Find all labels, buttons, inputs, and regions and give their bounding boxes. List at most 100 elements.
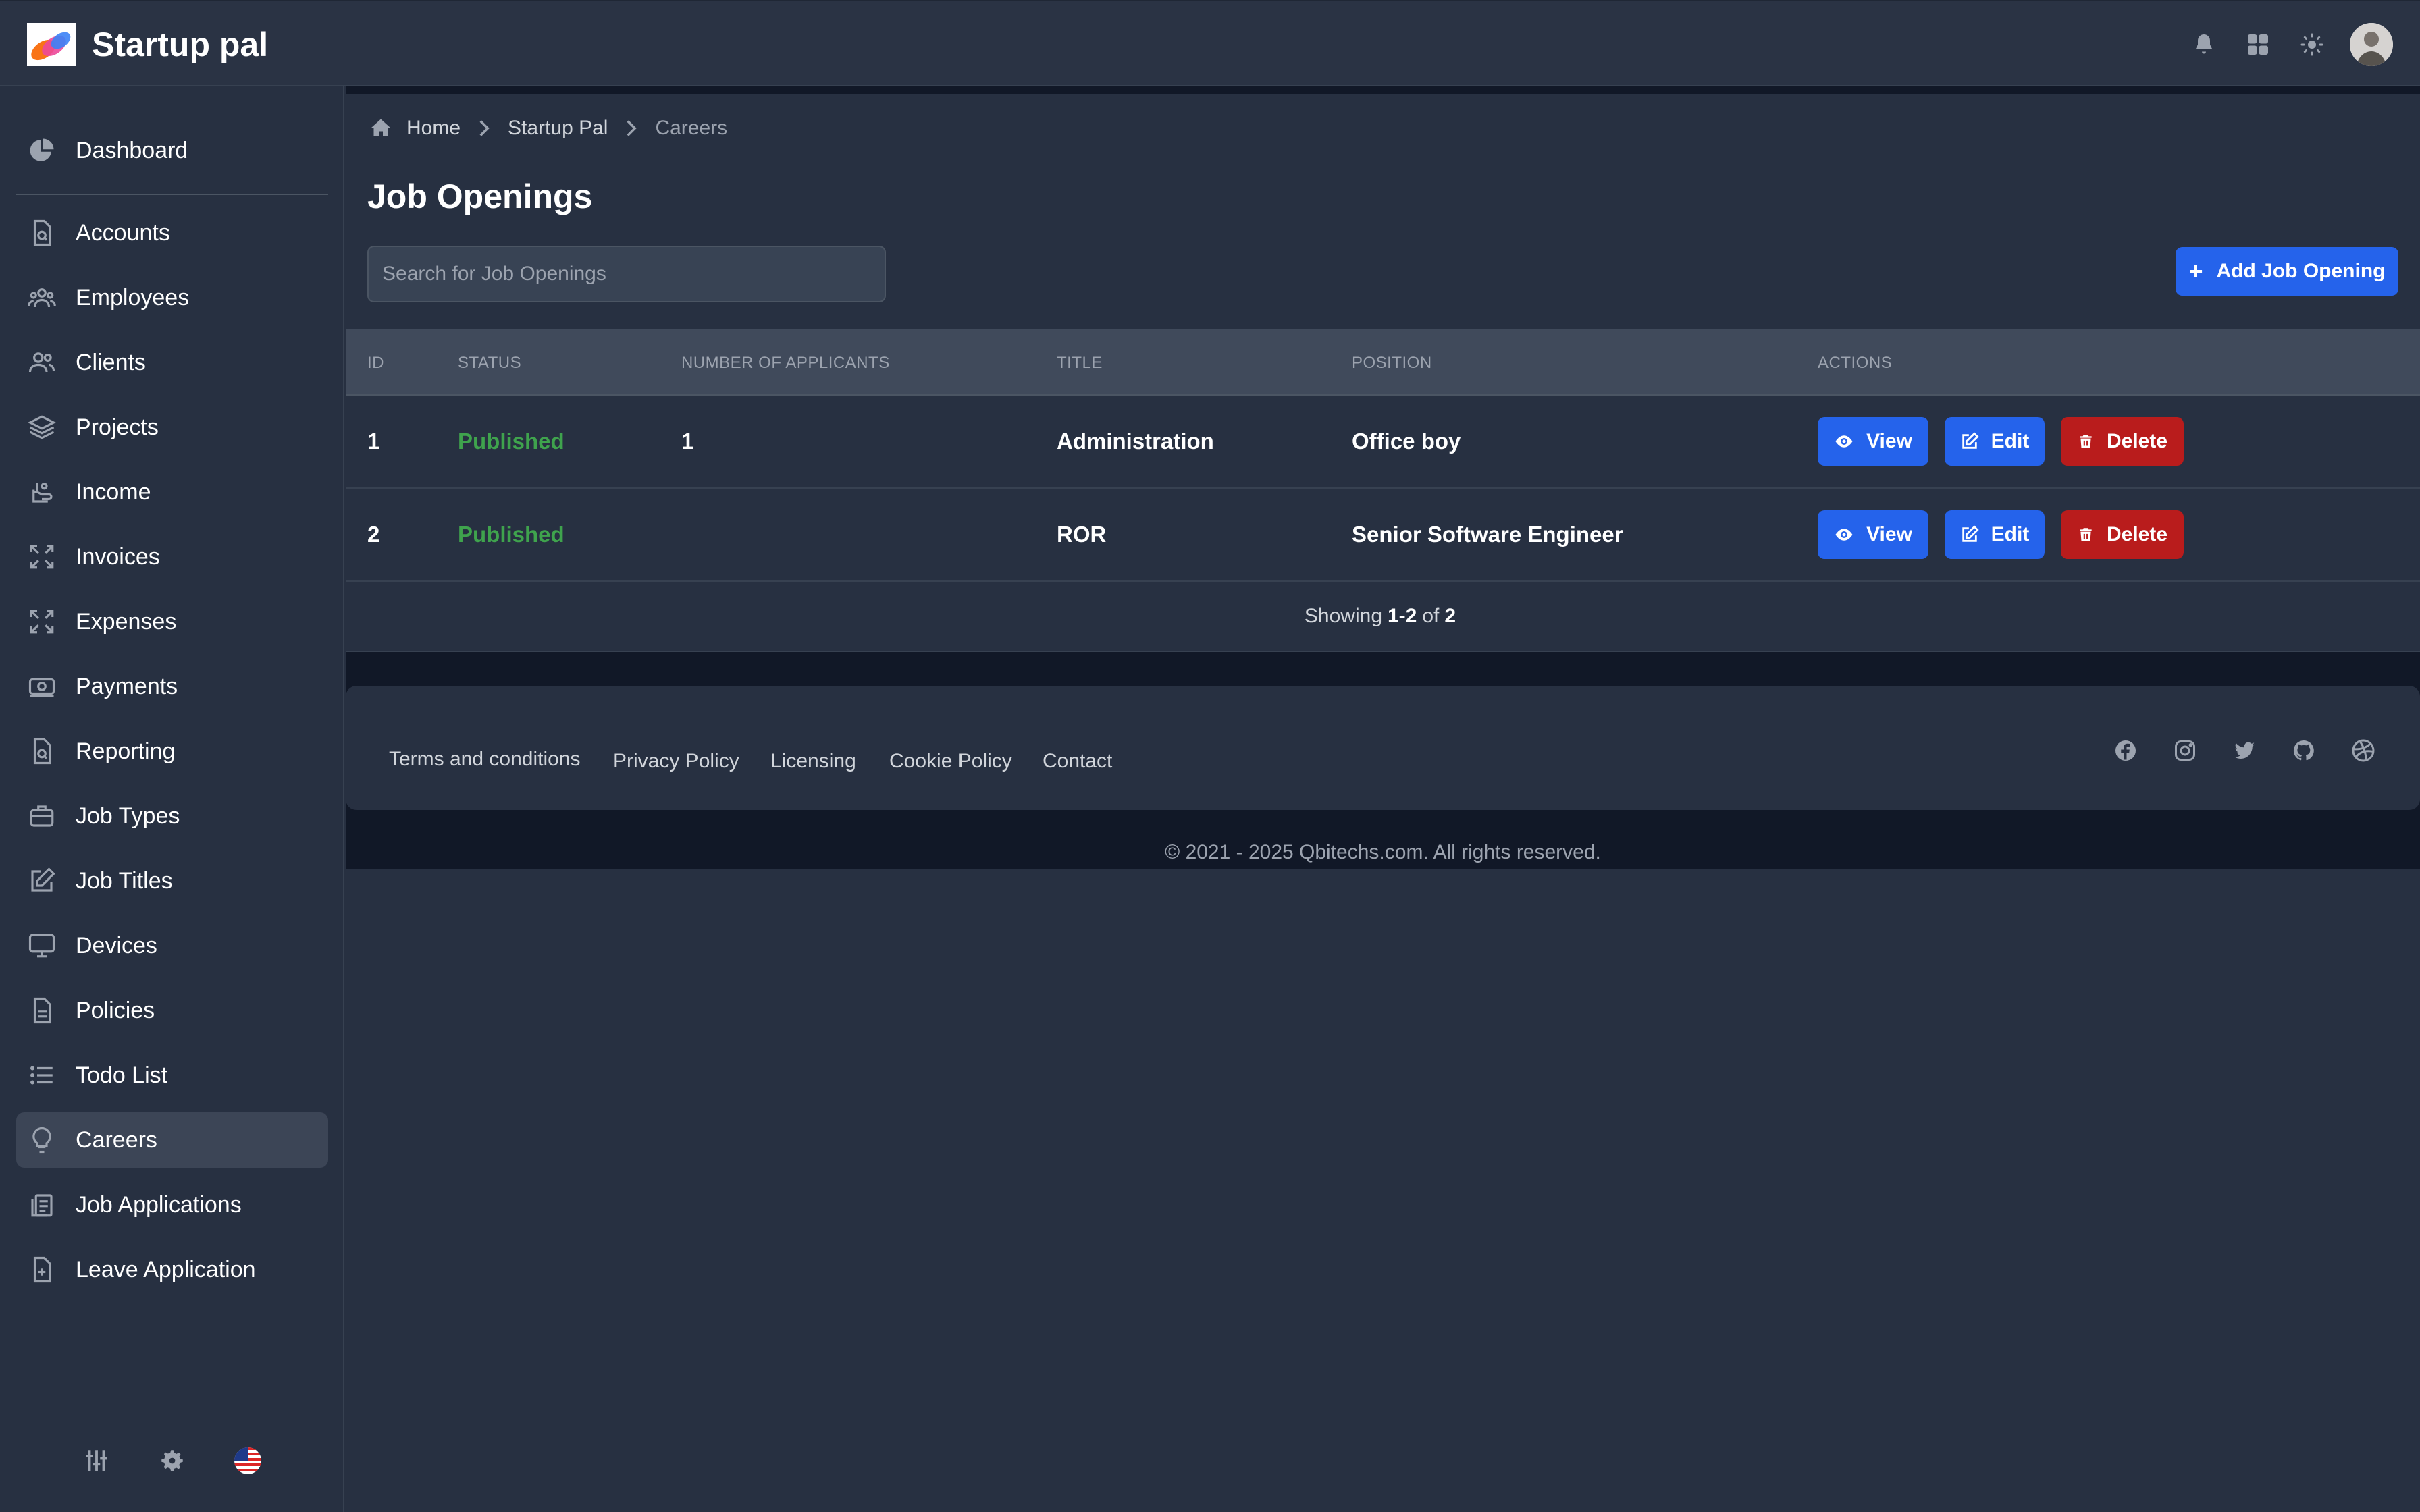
sidebar-item-clients[interactable]: Clients bbox=[16, 335, 328, 390]
instagram-icon[interactable] bbox=[2169, 734, 2201, 767]
view-button[interactable]: View bbox=[1818, 510, 1928, 559]
edit-label: Edit bbox=[1991, 430, 2030, 452]
cash-icon bbox=[26, 670, 58, 703]
gear-icon[interactable] bbox=[155, 1443, 190, 1478]
breadcrumb-home[interactable]: Home bbox=[406, 117, 461, 140]
sidebar-item-careers[interactable]: Careers bbox=[16, 1112, 328, 1168]
sidebar-item-label: Reporting bbox=[76, 738, 176, 764]
sidebar-item-expenses[interactable]: Expenses bbox=[16, 594, 328, 649]
users-group-icon bbox=[26, 281, 58, 314]
plus-icon: + bbox=[2188, 257, 2203, 285]
cell-id: 2 bbox=[367, 522, 380, 547]
footer-link-privacy[interactable]: Privacy Policy bbox=[613, 750, 739, 773]
eye-icon bbox=[1835, 435, 1853, 448]
delete-label: Delete bbox=[2106, 523, 2168, 545]
sidebar-item-employees[interactable]: Employees bbox=[16, 270, 328, 325]
sidebar-item-job-titles[interactable]: Job Titles bbox=[16, 853, 328, 909]
sidebar-item-accounts[interactable]: Accounts bbox=[16, 205, 328, 261]
sidebar-item-leave-application[interactable]: Leave Application bbox=[16, 1242, 328, 1297]
twitter-icon[interactable] bbox=[2228, 734, 2261, 767]
cell-applicants: 1 bbox=[681, 429, 694, 454]
user-avatar[interactable] bbox=[2350, 23, 2393, 66]
dribbble-icon[interactable] bbox=[2347, 734, 2379, 767]
breadcrumb: Home Startup Pal Careers bbox=[369, 116, 727, 140]
view-button[interactable]: View bbox=[1818, 417, 1928, 466]
cell-title: ROR bbox=[1057, 522, 1107, 547]
home-icon[interactable] bbox=[369, 116, 393, 140]
sidebar-item-label: Job Applications bbox=[76, 1191, 242, 1218]
table-row: 2 Published ROR Senior Software Engineer… bbox=[346, 489, 2420, 582]
sidebar-item-label: Devices bbox=[76, 932, 157, 959]
sidebar-item-label: Income bbox=[76, 479, 151, 505]
pagination-summary: Showing 1-2 of 2 bbox=[346, 582, 2420, 652]
table-row: 1 Published 1 Administration Office boy … bbox=[346, 396, 2420, 489]
cell-status: Published bbox=[458, 429, 564, 454]
trash-icon bbox=[2080, 435, 2092, 448]
delete-button[interactable]: Delete bbox=[2061, 417, 2184, 466]
footer-link-cookie[interactable]: Cookie Policy bbox=[889, 750, 1012, 773]
pager-of: of bbox=[1422, 605, 1440, 627]
brand-logo-icon bbox=[27, 23, 76, 66]
lightbulb-icon bbox=[26, 1124, 58, 1156]
sidebar-item-income[interactable]: Income bbox=[16, 464, 328, 520]
cell-id: 1 bbox=[367, 429, 380, 454]
document-plus-icon bbox=[26, 1253, 58, 1286]
sidebar-item-label: Employees bbox=[76, 284, 190, 310]
document-icon bbox=[26, 994, 58, 1027]
sidebar-item-dashboard[interactable]: Dashboard bbox=[16, 123, 328, 178]
sidebar-item-label: Projects bbox=[76, 414, 159, 440]
pie-chart-icon bbox=[26, 134, 58, 167]
sidebar-item-policies[interactable]: Policies bbox=[16, 983, 328, 1038]
search-input[interactable] bbox=[367, 246, 886, 302]
edit-button[interactable]: Edit bbox=[1945, 510, 2045, 559]
document-search-icon bbox=[26, 217, 58, 249]
expand-icon bbox=[26, 605, 58, 638]
cell-position: Senior Software Engineer bbox=[1352, 522, 1623, 547]
facebook-icon[interactable] bbox=[2109, 734, 2142, 767]
footer-link-terms[interactable]: Terms and conditions bbox=[389, 748, 580, 771]
sidebar-item-label: Invoices bbox=[76, 543, 160, 570]
apps-grid-icon[interactable] bbox=[2231, 22, 2285, 68]
sidebar-item-invoices[interactable]: Invoices bbox=[16, 529, 328, 585]
github-icon[interactable] bbox=[2288, 734, 2320, 767]
sidebar-item-job-applications[interactable]: Job Applications bbox=[16, 1177, 328, 1233]
sliders-icon[interactable] bbox=[79, 1443, 114, 1478]
sidebar-item-devices[interactable]: Devices bbox=[16, 918, 328, 973]
header-status: Status bbox=[458, 354, 522, 372]
sidebar-item-label: Clients bbox=[76, 349, 146, 375]
brand-name: Startup pal bbox=[92, 26, 269, 63]
sidebar-item-payments[interactable]: Payments bbox=[16, 659, 328, 714]
view-label: View bbox=[1866, 430, 1912, 452]
edit-icon bbox=[1962, 432, 1979, 449]
cell-title: Administration bbox=[1057, 429, 1214, 454]
footer-link-contact[interactable]: Contact bbox=[1043, 750, 1112, 773]
brand[interactable]: Startup pal bbox=[27, 23, 268, 66]
sidebar-item-reporting[interactable]: Reporting bbox=[16, 724, 328, 779]
briefcase-icon bbox=[26, 800, 58, 832]
sidebar-item-projects[interactable]: Projects bbox=[16, 400, 328, 455]
delete-button[interactable]: Delete bbox=[2061, 510, 2184, 559]
breadcrumb-parent[interactable]: Startup Pal bbox=[508, 117, 608, 140]
edit-button[interactable]: Edit bbox=[1945, 417, 2045, 466]
edit-icon bbox=[1962, 525, 1979, 542]
eye-icon bbox=[1835, 529, 1853, 541]
expand-icon bbox=[26, 541, 58, 573]
sun-icon[interactable] bbox=[2285, 22, 2339, 68]
sidebar-item-job-types[interactable]: Job Types bbox=[16, 788, 328, 844]
bell-icon[interactable] bbox=[2177, 22, 2231, 68]
header-id: ID bbox=[367, 354, 384, 372]
main-top-strip bbox=[346, 86, 2420, 94]
header-actions: Actions bbox=[1818, 354, 1893, 372]
add-job-opening-button[interactable]: + Add Job Opening bbox=[2176, 247, 2398, 296]
sidebar: Dashboard Accounts Employees Clients Pro… bbox=[0, 86, 344, 1512]
sidebar-item-todo-list[interactable]: Todo List bbox=[16, 1048, 328, 1103]
us-flag-icon[interactable] bbox=[230, 1443, 265, 1478]
top-navbar: Startup pal bbox=[0, 0, 2420, 86]
sidebar-item-label: Accounts bbox=[76, 219, 170, 246]
sidebar-item-label: Dashboard bbox=[76, 137, 188, 163]
sidebar-item-label: Leave Application bbox=[76, 1256, 256, 1282]
sidebar-item-label: Job Titles bbox=[76, 867, 173, 894]
footer-link-licensing[interactable]: Licensing bbox=[770, 750, 856, 773]
pager-total: 2 bbox=[1444, 605, 1456, 627]
list-icon bbox=[26, 1059, 58, 1091]
